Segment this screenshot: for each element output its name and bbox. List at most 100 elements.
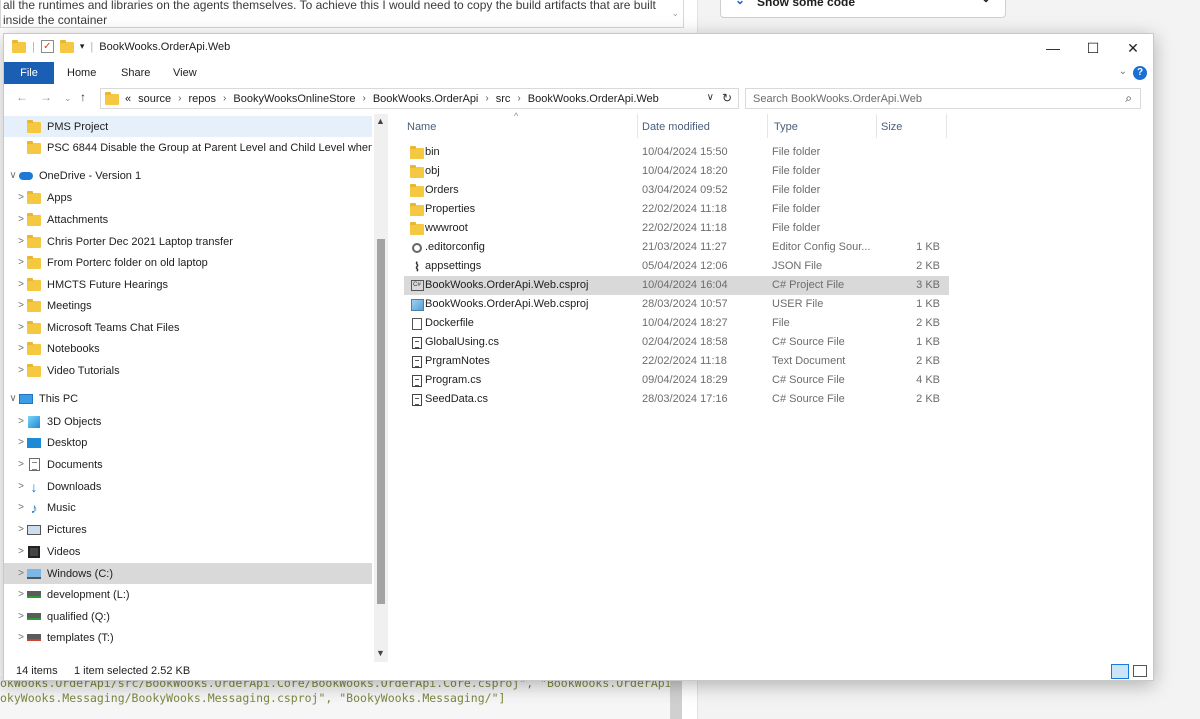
breadcrumb-src[interactable]: src <box>496 93 511 105</box>
nav-item[interactable]: > development (L:) <box>4 584 372 605</box>
breadcrumb-repos[interactable]: repos <box>189 93 217 105</box>
expand-chevron-icon[interactable]: > <box>16 279 26 290</box>
expand-chevron-icon[interactable]: > <box>16 343 26 354</box>
chevron-right-icon[interactable]: › <box>485 93 488 104</box>
file-row[interactable]: ⌇ appsettings 05/04/2024 12:06 JSON File 2 K… <box>404 257 949 276</box>
forward-arrow-icon[interactable]: → <box>40 90 52 104</box>
file-row[interactable]: Program.cs 09/04/2024 18:29 C# Source File… <box>404 371 949 390</box>
minimize-button[interactable]: — <box>1033 34 1073 62</box>
properties-icon[interactable]: ✓ <box>40 40 54 53</box>
search-input[interactable]: Search BookWooks.OrderApi.Web ⌕ <box>745 88 1141 109</box>
chevron-right-icon[interactable]: › <box>178 93 181 104</box>
file-row[interactable]: GlobalUsing.cs 02/04/2024 18:58 C# Source … <box>404 333 949 352</box>
file-row[interactable]: Dockerfile 10/04/2024 18:27 File 2 KB <box>404 314 949 333</box>
column-divider[interactable] <box>876 114 877 138</box>
file-row[interactable]: Properties 22/02/2024 11:18 File folder <box>404 200 949 219</box>
address-bar[interactable]: « source › repos › BookyWooksOnlineStore… <box>100 88 739 109</box>
nav-item[interactable]: > Apps <box>4 187 372 208</box>
nav-item[interactable]: PSC 6844 Disable the Group at Parent Lev… <box>4 137 372 158</box>
file-row[interactable]: C# BookWooks.OrderApi.Web.csproj 10/04/202… <box>404 276 949 295</box>
expand-chevron-icon[interactable]: > <box>16 416 26 427</box>
nav-item[interactable]: > qualified (Q:) <box>4 606 372 627</box>
nav-item[interactable]: > Microsoft Teams Chat Files <box>4 317 372 338</box>
expand-chevron-icon[interactable]: > <box>16 365 26 376</box>
nav-item[interactable]: ∨ OneDrive - Version 1 <box>4 165 372 186</box>
nav-item[interactable]: PMS Project <box>4 116 372 137</box>
nav-item[interactable]: > Pictures <box>4 519 372 540</box>
recent-locations-icon[interactable]: ⌄ <box>64 93 72 104</box>
column-size[interactable]: Size <box>881 121 902 133</box>
file-row[interactable]: obj 10/04/2024 18:20 File folder <box>404 162 949 181</box>
collapse-chevron-icon[interactable]: ∨ <box>8 393 18 404</box>
expand-ribbon-icon[interactable]: ⌄ <box>1119 66 1127 77</box>
nav-item[interactable]: > Video Tutorials <box>4 360 372 381</box>
nav-scrollbar[interactable]: ▲ ▼ <box>374 114 388 662</box>
back-arrow-icon[interactable]: ← <box>16 90 28 104</box>
maximize-button[interactable]: ☐ <box>1073 34 1113 62</box>
breadcrumb-web[interactable]: BookWooks.OrderApi.Web <box>528 93 659 105</box>
file-row[interactable]: BookWooks.OrderApi.Web.csproj 28/03/2024 … <box>404 295 949 314</box>
expand-chevron-icon[interactable]: > <box>16 322 26 333</box>
chevron-right-icon[interactable]: › <box>362 93 365 104</box>
refresh-icon[interactable]: ↻ <box>722 91 732 105</box>
scroll-up-icon[interactable]: ▲ <box>376 116 385 126</box>
expand-chevron-icon[interactable]: > <box>16 300 26 311</box>
new-folder-icon[interactable] <box>59 40 74 53</box>
scroll-down-icon[interactable]: ▼ <box>376 648 385 658</box>
collapse-chevron-icon[interactable]: ∨ <box>8 170 18 181</box>
nav-item[interactable]: > Notebooks <box>4 338 372 359</box>
file-row[interactable]: .editorconfig 21/03/2024 11:27 Editor Conf… <box>404 238 949 257</box>
expand-chevron-icon[interactable]: > <box>16 257 26 268</box>
nav-item[interactable]: > Windows (C:) <box>4 563 372 584</box>
column-divider[interactable] <box>767 114 768 138</box>
file-row[interactable]: wwwroot 22/02/2024 11:18 File folder <box>404 219 949 238</box>
title-bar[interactable]: | ✓ ▾ | BookWooks.OrderApi.Web — ☐ ✕ <box>4 34 1153 62</box>
nav-item[interactable]: > Videos <box>4 541 372 562</box>
nav-item[interactable]: > templates (T:) <box>4 627 372 648</box>
tab-home[interactable]: Home <box>67 62 96 84</box>
expand-chevron-icon[interactable]: > <box>16 236 26 247</box>
column-type[interactable]: Type <box>774 121 798 133</box>
chevron-right-icon[interactable]: › <box>517 93 520 104</box>
column-name[interactable]: Name <box>407 121 436 133</box>
tab-share[interactable]: Share <box>121 62 150 84</box>
expand-chevron-icon[interactable]: > <box>16 568 26 579</box>
nav-item[interactable]: > ♪ Music <box>4 497 372 518</box>
nav-item[interactable]: >3D Objects <box>4 411 372 432</box>
expand-chevron-icon[interactable]: > <box>16 546 26 557</box>
expand-chevron-icon[interactable]: > <box>16 589 26 600</box>
expand-chevron-icon[interactable]: > <box>16 437 26 448</box>
column-date-modified[interactable]: Date modified <box>642 121 710 133</box>
file-row[interactable]: Orders 03/04/2024 09:52 File folder <box>404 181 949 200</box>
nav-item[interactable]: > From Porterc folder on old laptop <box>4 252 372 273</box>
large-icons-view-icon[interactable] <box>1133 665 1147 677</box>
nav-item[interactable]: > Chris Porter Dec 2021 Laptop transfer <box>4 231 372 252</box>
column-divider[interactable] <box>637 114 638 138</box>
up-arrow-icon[interactable]: ↑ <box>80 90 86 104</box>
chevron-down-icon[interactable]: ∨ <box>707 92 714 103</box>
expand-chevron-icon[interactable]: > <box>16 214 26 225</box>
expand-chevron-icon[interactable]: > <box>16 632 26 643</box>
file-row[interactable]: SeedData.cs 28/03/2024 17:16 C# Source Fil… <box>404 390 949 409</box>
code-scrollbar[interactable] <box>670 676 682 719</box>
expand-chevron-icon[interactable]: > <box>16 459 26 470</box>
nav-item[interactable]: > ↓ Downloads <box>4 476 372 497</box>
tab-file[interactable]: File <box>4 62 54 84</box>
scrollbar-thumb[interactable] <box>377 239 385 604</box>
customize-toolbar-icon[interactable]: ▾ <box>80 41 85 52</box>
expand-chevron-icon[interactable]: > <box>16 524 26 535</box>
expand-chevron-icon[interactable]: > <box>16 502 26 513</box>
breadcrumb-store[interactable]: BookyWooksOnlineStore <box>233 93 355 105</box>
close-button[interactable]: ✕ <box>1113 34 1153 62</box>
details-view-icon[interactable] <box>1111 664 1129 679</box>
scroll-down-icon[interactable]: ⌄ <box>671 6 679 21</box>
nav-item[interactable]: > Desktop <box>4 432 372 453</box>
breadcrumb-orderapi[interactable]: BookWooks.OrderApi <box>373 93 479 105</box>
chevron-right-icon[interactable]: › <box>223 93 226 104</box>
breadcrumb-source[interactable]: source <box>138 93 171 105</box>
expand-chevron-icon[interactable]: > <box>16 192 26 203</box>
nav-item[interactable]: > Attachments <box>4 209 372 230</box>
tab-view[interactable]: View <box>173 62 197 84</box>
nav-item[interactable]: ∨ This PC <box>4 388 372 409</box>
question-textarea[interactable]: all the runtimes and libraries on the ag… <box>0 0 684 28</box>
